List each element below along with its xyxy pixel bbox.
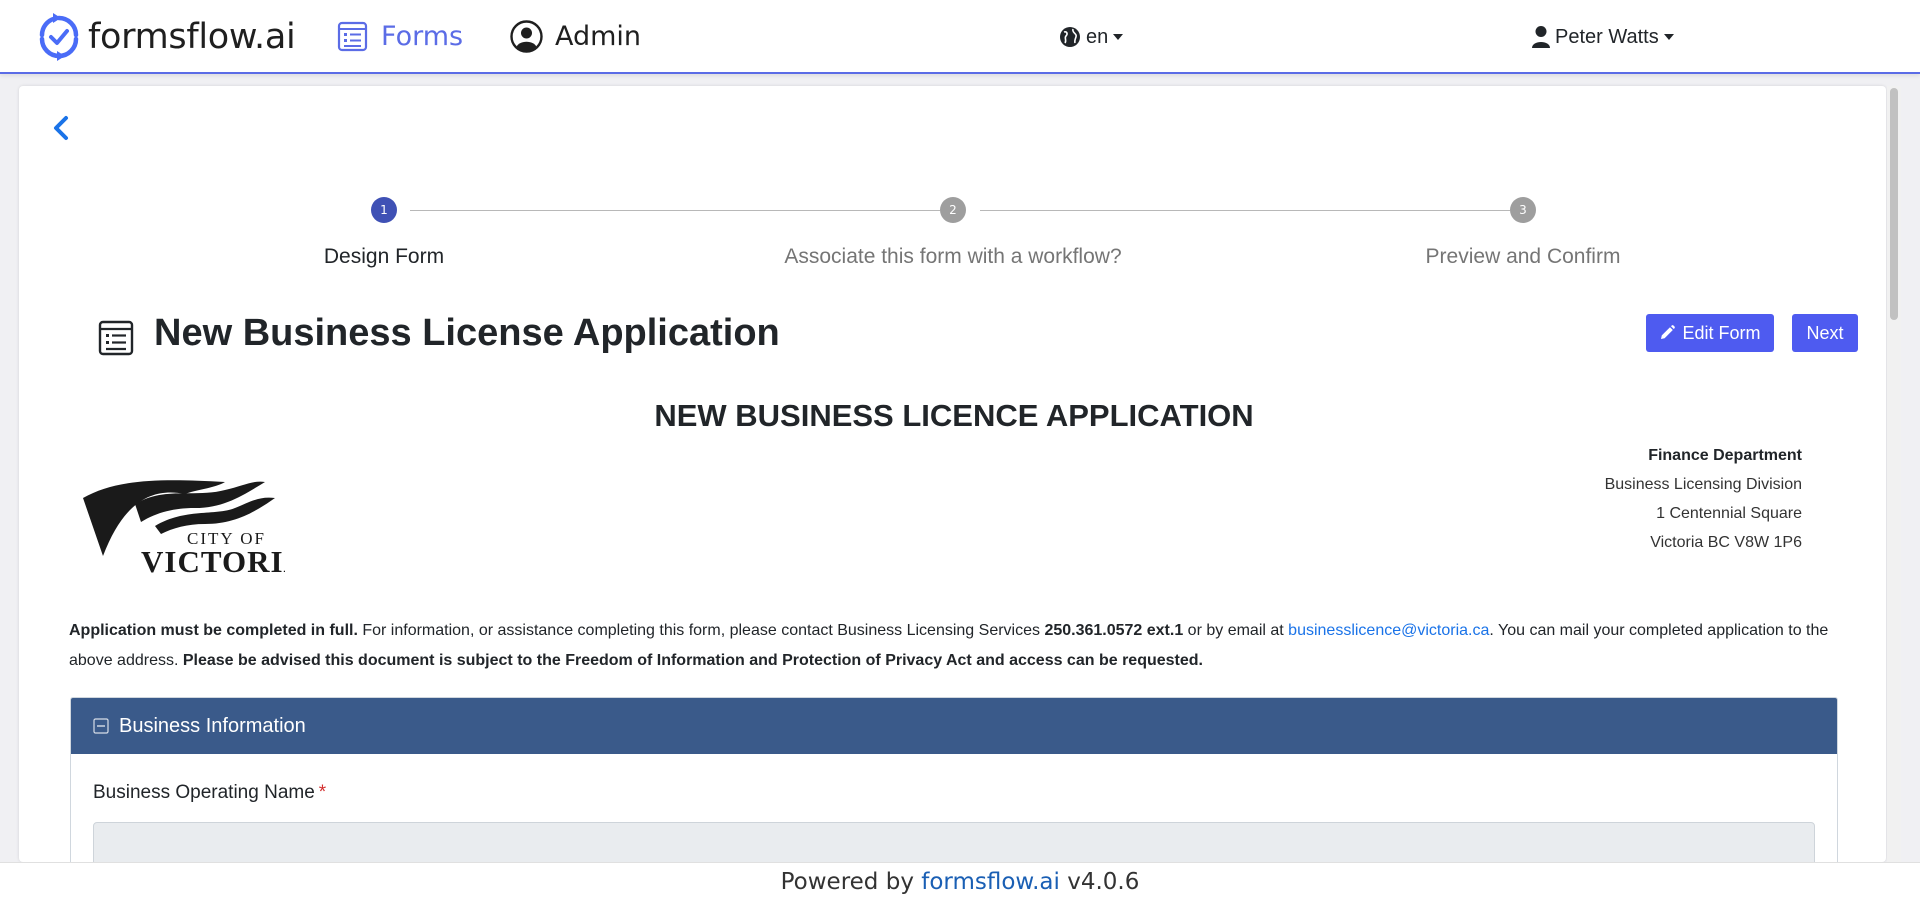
info-text-2: or by email at — [1183, 622, 1289, 639]
business-operating-name-label: Business Operating Name * — [93, 782, 326, 804]
user-name: Peter Watts — [1555, 25, 1659, 48]
email-link[interactable]: businesslicence@victoria.ca — [1288, 622, 1489, 639]
footer: Powered by formsflow.ai v4.0.6 — [0, 862, 1920, 901]
address-city: Victoria BC V8W 1P6 — [1650, 534, 1802, 551]
form-list-icon — [337, 21, 368, 51]
back-arrow-icon[interactable] — [48, 110, 74, 146]
stepper-connector — [980, 210, 1510, 211]
user-dropdown[interactable]: Peter Watts — [1531, 22, 1674, 52]
brand-name: formsflow.ai — [88, 17, 296, 57]
nav-forms[interactable]: Forms — [336, 16, 463, 56]
field-label-text: Business Operating Name — [93, 782, 315, 803]
city-of-victoria-logo: CITY OF VICTORIA — [83, 480, 285, 576]
info-phone: 250.361.0572 ext.1 — [1044, 622, 1184, 639]
address-street: 1 Centennial Square — [1656, 505, 1802, 522]
footer-prefix: Powered by — [780, 869, 922, 895]
edit-form-button[interactable]: Edit Form — [1646, 314, 1774, 352]
edit-form-label: Edit Form — [1682, 322, 1761, 343]
business-operating-name-input[interactable] — [93, 822, 1815, 862]
info-bold-notice: Please be advised this document is subje… — [182, 652, 1203, 669]
form-document-icon — [98, 320, 134, 356]
nav-admin-label: Admin — [555, 20, 642, 52]
user-circle-icon — [510, 19, 543, 53]
address-division: Business Licensing Division — [1604, 476, 1802, 493]
business-information-panel: Business Information Business Operating … — [70, 697, 1838, 862]
address-department: Finance Department — [1648, 447, 1802, 464]
language-dropdown[interactable]: en — [1058, 22, 1124, 52]
caret-down-icon — [1663, 34, 1674, 40]
brand-logo[interactable]: formsflow.ai — [36, 10, 296, 64]
top-navbar: formsflow.ai Forms Admin en Peter Watts — [0, 0, 1920, 74]
panel-title: Business Information — [119, 714, 306, 737]
step-1-circle: 1 — [371, 197, 397, 223]
nav-admin[interactable]: Admin — [510, 16, 641, 56]
logo-line2: VICTORIA — [141, 544, 285, 576]
required-asterisk: * — [318, 782, 327, 803]
nav-forms-label: Forms — [381, 20, 464, 52]
collapse-icon — [93, 718, 109, 734]
globe-icon — [1060, 27, 1080, 47]
info-bold-intro: Application must be completed in full. — [69, 622, 358, 639]
pencil-icon — [1661, 325, 1676, 339]
scrollbar-thumb[interactable] — [1890, 88, 1898, 320]
language-label: en — [1086, 25, 1109, 48]
document-heading: NEW BUSINESS LICENCE APPLICATION — [654, 398, 1254, 433]
footer-brand-link[interactable]: formsflow.ai — [921, 869, 1060, 895]
info-text-1: For information, or assistance completin… — [357, 622, 1045, 639]
address-block: Finance Department Business Licensing Di… — [1605, 441, 1802, 557]
user-icon — [1532, 26, 1550, 48]
footer-version: v4.0.6 — [1059, 869, 1140, 895]
panel-header[interactable]: Business Information — [71, 698, 1837, 754]
sync-check-icon — [39, 13, 79, 61]
page-title: New Business License Application — [154, 312, 780, 354]
info-paragraph: Application must be completed in full. F… — [69, 616, 1869, 676]
caret-down-icon — [1113, 34, 1124, 40]
step-1-label: Design Form — [323, 245, 445, 268]
stepper-connector — [410, 210, 940, 211]
step-3-circle: 3 — [1510, 197, 1536, 223]
main-card: 1 2 3 Design Form Associate this form wi… — [19, 86, 1886, 862]
step-2-circle: 2 — [940, 197, 966, 223]
step-2-label: Associate this form with a workflow? — [784, 245, 1122, 268]
vertical-scrollbar[interactable] — [1887, 86, 1901, 862]
next-button[interactable]: Next — [1792, 314, 1858, 352]
step-3-label: Preview and Confirm — [1425, 245, 1621, 268]
